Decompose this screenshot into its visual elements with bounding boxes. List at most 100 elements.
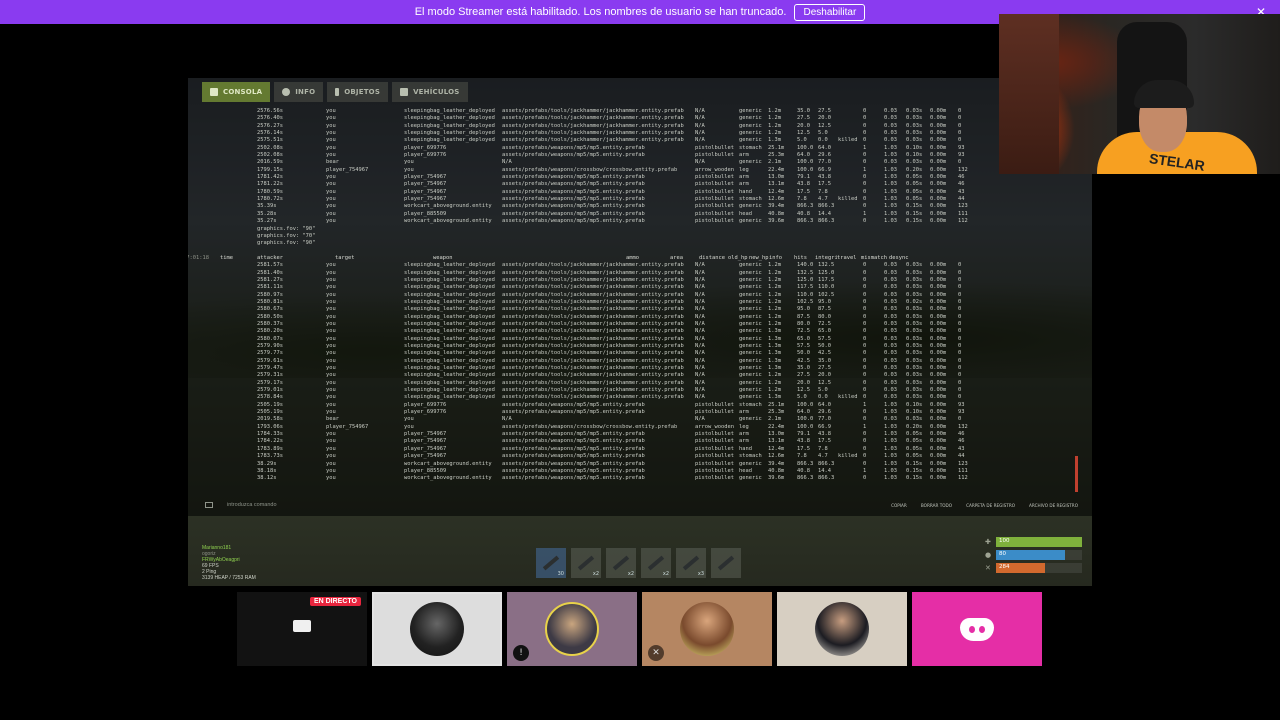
disable-streamer-mode-button[interactable]: Deshabilitar [794,3,866,21]
log-row: 2579.47s you sleepingbag_leather_deployed a… [188,365,1092,372]
log-cell: 0 [863,130,867,137]
log-cell: killed [838,137,858,144]
log-cell: N/A [695,313,705,320]
log-row: 2576.40s you sleepingbag_leather_deployed a… [188,115,1092,122]
log-cell: 2581.11s [257,284,283,291]
log-cell: you [326,306,336,313]
log-cell: arrow_wooden [695,166,734,173]
log-cell: 0.00m [930,210,947,217]
log-cell: 0 [863,357,867,364]
log-cell: player_699776 [404,401,447,408]
log-cell: 64.0 [797,152,810,159]
hotbar-slot[interactable]: 30 [536,548,566,578]
tab-objetos[interactable]: OBJETOS [327,82,389,102]
tab-vehiculos[interactable]: VEHÍCULOS [392,82,468,102]
log-cell: 57.5 [818,335,831,342]
log-cell: 0 [958,291,962,298]
hotbar-slot[interactable]: x3 [676,548,706,578]
log-cell: 0 [863,115,867,122]
hotbar-slot[interactable]: x2 [606,548,636,578]
log-cell: 0.00m [930,365,947,372]
tile-discord[interactable] [912,592,1042,666]
log-cell: 1780.72s [257,196,283,203]
log-cell: assets/prefabs/weapons/mp5/mp5.entity.pr… [502,409,645,416]
tile-participant-2[interactable] [372,592,502,666]
log-row: 2019.58s bear you N/A N/A generic 2.1m 100.0 77.… [188,416,1092,423]
log-cell: 0.00m [930,276,947,283]
log-cell: 0.03 [884,328,897,335]
log-cell: 0.03s [906,365,923,372]
tile-screen-share[interactable]: EN DIRECTO [237,592,367,666]
log-cell: 64.0 [818,144,831,151]
log-cell: 0 [863,137,867,144]
screen-share-icon [293,620,311,632]
log-cell: N/A [695,394,705,401]
log-cell: 0.00m [930,291,947,298]
console-scrollbar[interactable] [1075,456,1078,492]
log-cell: 1.03 [884,431,897,438]
tab-label: INFO [295,88,316,96]
log-cell: sleepingbag_leather_deployed [404,365,495,372]
log-cell [838,270,863,277]
log-cell: 25.3m [768,152,785,159]
log-cell: sleepingbag_leather_deployed [404,387,495,394]
log-cell: 0.15s [906,210,923,217]
log-cell: 29.6 [818,409,831,416]
tab-info[interactable]: INFO [274,82,324,102]
log-folder-button[interactable]: CARPETA DE REGISTRO [966,503,1015,508]
hotbar-slot[interactable]: x2 [571,548,601,578]
tile-participant-5[interactable] [777,592,907,666]
log-cell: 2580.50s [257,313,283,320]
log-cell: 0.15s [906,203,923,210]
tile-participant-3[interactable]: ! [507,592,637,666]
log-cell: assets/prefabs/tools/jackhammer/jackhamm… [502,372,684,379]
log-cell: 0.00m [930,196,947,203]
log-cell: 46 [958,174,965,181]
log-cell: 0 [863,218,867,225]
log-cell: 72.5 [797,328,810,335]
log-cell: 20.0 [818,372,831,379]
log-cell: 2579.17s [257,379,283,386]
hotbar-slot[interactable] [711,548,741,578]
log-cell: 95.0 [797,306,810,313]
avatar [410,602,464,656]
log-cell: 0.03 [884,387,897,394]
command-input[interactable]: introduzca comando [227,502,277,508]
log-file-button[interactable]: ARCHIVO DE REGISTRO [1029,503,1078,508]
log-cell [838,416,863,423]
game-window: CONSOLA INFO OBJETOS VEHÍCULOS 2576.56s y… [188,78,1092,586]
log-column-header: new_hp [749,254,769,261]
log-cell: killed [838,453,858,460]
log-cell: 0 [958,372,962,379]
log-cell: 0 [863,284,867,291]
log-cell: sleepingbag_leather_deployed [404,298,495,305]
log-cell: 7.8 [797,453,807,460]
log-cell: 0 [863,152,867,159]
log-cell: assets/prefabs/tools/jackhammer/jackhamm… [502,115,684,122]
log-cell: 20.0 [797,122,810,129]
log-cell: assets/prefabs/weapons/mp5/mp5.entity.pr… [502,401,645,408]
tab-consola[interactable]: CONSOLA [202,82,271,102]
log-cell: 0.00m [930,306,947,313]
clear-all-button[interactable]: BORRAR TODO [921,503,952,508]
log-cell: generic [739,350,762,357]
copy-button[interactable]: COPIAR [891,503,907,508]
log-cell: 72.5 [818,320,831,327]
log-cell: 0.03s [906,313,923,320]
log-cell: 0.00m [930,218,947,225]
log-cell: 2579.77s [257,350,283,357]
log-row: 2580.07s you sleepingbag_leather_deployed a… [188,336,1092,343]
hotbar-slot[interactable]: x2 [641,548,671,578]
log-cell [838,218,863,225]
log-cell: player_754967 [404,196,447,203]
log-cell: sleepingbag_leather_deployed [404,357,495,364]
log-cell: N/A [695,115,705,122]
log-cell: you [326,409,336,416]
log-cell [838,123,863,130]
log-cell: 0.03s [906,276,923,283]
log-cell: arm [739,438,749,445]
tile-participant-4[interactable]: ✕ [642,592,772,666]
log-cell: 0.03s [906,122,923,129]
log-cell: 35.39s [257,203,277,210]
game-hud: Marianno181 ogoriz FRWyAbOeagpri 69 FPS … [188,524,1092,586]
